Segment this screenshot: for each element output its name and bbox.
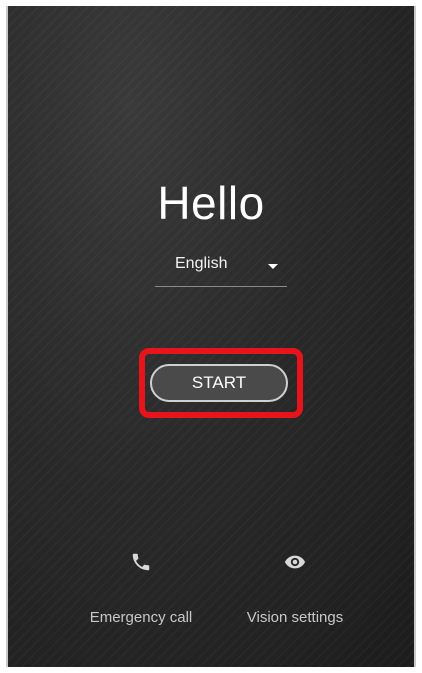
vision-settings-label: Vision settings xyxy=(246,609,344,626)
emergency-call-label: Emergency call xyxy=(89,609,193,626)
vision-settings-button[interactable]: Vision settings xyxy=(220,551,370,626)
dropdown-caret-icon xyxy=(268,264,278,269)
eye-icon xyxy=(284,555,306,569)
language-selected-value: English xyxy=(175,255,228,272)
start-button[interactable]: START xyxy=(150,364,288,402)
language-dropdown[interactable]: English xyxy=(155,251,287,287)
welcome-title: Hello xyxy=(157,177,265,229)
emergency-call-button[interactable]: Emergency call xyxy=(66,551,216,626)
setup-welcome-screen: Hello English START Emergency call Visio… xyxy=(6,6,416,667)
phone-icon xyxy=(132,553,150,571)
